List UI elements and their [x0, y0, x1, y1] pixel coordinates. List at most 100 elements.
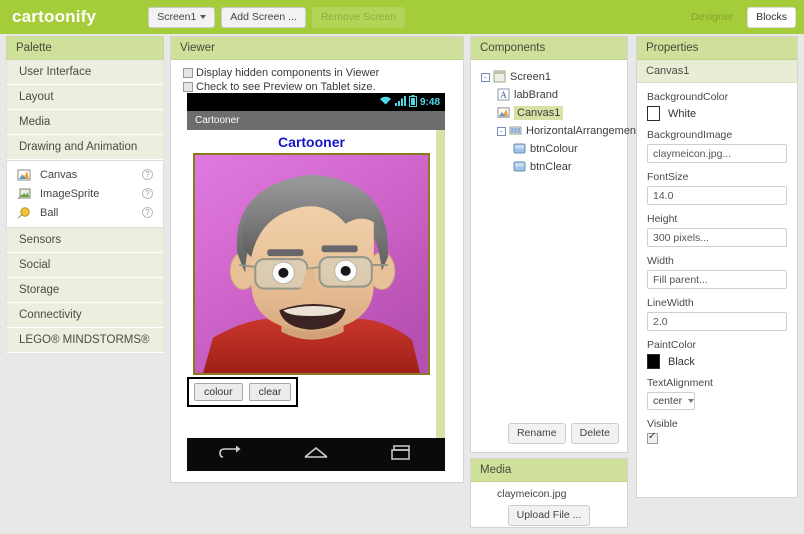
palette-item-imagesprite[interactable]: ImageSprite ? [7, 184, 163, 203]
remove-screen-button[interactable]: Remove Screen [311, 6, 406, 28]
properties-list: BackgroundColor White BackgroundImage cl… [637, 83, 797, 452]
chevron-down-icon [200, 14, 207, 19]
tablet-preview-checkbox-row[interactable]: Check to see Preview on Tablet size. [171, 79, 463, 93]
property-label-paintcolor: PaintColor [647, 339, 697, 351]
property-label-backgroundimage: BackgroundImage [647, 129, 733, 141]
checkbox-icon[interactable] [183, 82, 193, 92]
color-swatch-icon[interactable] [647, 106, 660, 121]
properties-selected-component: Canvas1 [637, 60, 797, 83]
tree-node-btncolour[interactable]: btnColour [477, 140, 623, 158]
palette-item-label: Ball [40, 206, 59, 219]
property-fontsize-field[interactable]: 14.0 [647, 186, 787, 205]
property-label-backgroundcolor: BackgroundColor [647, 91, 729, 103]
component-Canvas1[interactable] [193, 153, 430, 375]
canvas-background-image [195, 155, 428, 373]
collapse-expander-icon[interactable]: - [497, 126, 506, 136]
property-backgroundimage-field[interactable]: claymeicon.jpg... [647, 144, 787, 163]
help-icon[interactable]: ? [142, 207, 153, 218]
app-inventor-designer: cartoonify Screen1 Add Screen ... Remove… [0, 0, 804, 534]
tab-blocks[interactable]: Blocks [747, 7, 796, 28]
property-width-field[interactable]: Fill parent... [647, 270, 787, 289]
palette-category-storage[interactable]: Storage [6, 278, 164, 303]
ball-icon [17, 206, 31, 220]
property-backgroundcolor-value[interactable]: White [647, 106, 787, 121]
palette-title: Palette [6, 36, 164, 60]
palette-category-user-interface[interactable]: User Interface [6, 60, 164, 85]
palette-panel: Palette User Interface Layout Media Draw… [6, 36, 164, 368]
home-icon[interactable] [302, 444, 330, 465]
screen-icon [493, 70, 507, 84]
screen-selector-button[interactable]: Screen1 [148, 6, 216, 28]
help-icon[interactable]: ? [142, 169, 153, 180]
tree-node-labbrand[interactable]: A labBrand [477, 86, 623, 104]
tree-node-btnclear[interactable]: btnClear [477, 158, 623, 176]
tree-node-screen1[interactable]: - Screen1 [477, 68, 623, 86]
components-panel: Components - Screen1 A labBrand Canvas1 … [470, 36, 645, 453]
display-hidden-components-label: Display hidden components in Viewer [196, 67, 380, 79]
property-label-width: Width [647, 255, 674, 267]
palette-category-layout[interactable]: Layout [6, 85, 164, 110]
media-panel: Media claymeicon.jpg Upload File ... [470, 458, 628, 528]
tree-node-canvas1[interactable]: Canvas1 [477, 104, 623, 122]
delete-button[interactable]: Delete [570, 423, 619, 444]
palette-category-social[interactable]: Social [6, 253, 164, 278]
battery-icon [408, 94, 417, 110]
canvas-icon [17, 168, 31, 182]
property-visible-checkbox[interactable] [647, 431, 658, 444]
property-linewidth-field[interactable]: 2.0 [647, 312, 787, 331]
view-toggle-group: Designer Blocks [682, 7, 796, 28]
components-title: Components [471, 37, 627, 60]
button-icon [513, 142, 527, 156]
display-hidden-components-checkbox-row[interactable]: Display hidden components in Viewer [171, 65, 463, 79]
phone-preview: 9:48 Cartooner Cartooner colour clear [187, 93, 445, 471]
button-icon [513, 160, 527, 174]
palette-item-label: Canvas [40, 168, 78, 181]
wifi-icon [379, 95, 392, 109]
upload-file-button[interactable]: Upload File ... [507, 505, 591, 526]
phone-title-bar: Cartooner [187, 111, 445, 130]
media-title: Media [471, 459, 627, 482]
palette-category-lego-mindstorms[interactable]: LEGO® MINDSTORMS® [6, 328, 164, 353]
palette-item-canvas[interactable]: Canvas ? [7, 165, 163, 184]
property-paintcolor-value[interactable]: Black [647, 354, 787, 369]
component-labBrand[interactable]: Cartooner [187, 130, 436, 153]
imagesprite-icon [17, 187, 31, 201]
checkbox-icon[interactable] [183, 68, 193, 78]
collapse-expander-icon[interactable]: - [481, 72, 490, 82]
recent-apps-icon[interactable] [389, 444, 415, 465]
canvas-icon [497, 106, 511, 120]
component-HorizontalArrangement1[interactable]: colour clear [187, 377, 299, 407]
help-icon[interactable]: ? [142, 188, 153, 199]
tree-node-label: HorizontalArrangement1 [526, 125, 646, 137]
add-screen-button[interactable]: Add Screen ... [221, 6, 306, 28]
tab-designer[interactable]: Designer [682, 7, 743, 28]
palette-category-connectivity[interactable]: Connectivity [6, 303, 164, 328]
property-label-height: Height [647, 213, 678, 225]
tree-node-label: Canvas1 [514, 106, 564, 120]
palette-item-ball[interactable]: Ball ? [7, 203, 163, 222]
harrangement-icon [509, 124, 523, 138]
screen-controls: Screen1 Add Screen ... Remove Screen [148, 6, 406, 28]
property-textalignment-select[interactable]: center [647, 392, 695, 410]
back-icon[interactable] [217, 444, 243, 465]
component-btnColour[interactable]: colour [194, 383, 243, 401]
palette-category-sensors[interactable]: Sensors [6, 228, 164, 253]
status-time: 9:48 [419, 96, 440, 108]
property-label-fontsize: FontSize [647, 171, 689, 183]
tree-node-label: Screen1 [510, 71, 551, 83]
property-height-field[interactable]: 300 pixels... [647, 228, 787, 247]
color-swatch-icon[interactable] [647, 354, 660, 369]
component-btnClear[interactable]: clear [248, 383, 292, 401]
component-tree: - Screen1 A labBrand Canvas1 - Horizonta… [471, 60, 645, 180]
tree-node-label: btnClear [530, 161, 572, 173]
palette-category-media[interactable]: Media [6, 110, 164, 135]
palette-open-group: Canvas ? ImageSprite ? Ball ? [6, 160, 164, 228]
media-file-item[interactable]: claymeicon.jpg [479, 488, 619, 500]
palette-category-drawing-and-animation[interactable]: Drawing and Animation [6, 135, 164, 160]
tree-node-horizontalarrangement1[interactable]: - HorizontalArrangement1 [477, 122, 645, 140]
property-label-linewidth: LineWidth [647, 297, 694, 309]
chevron-down-icon [688, 399, 695, 403]
tree-node-label: btnColour [530, 143, 578, 155]
rename-button[interactable]: Rename [507, 423, 566, 444]
svg-text:A: A [500, 90, 507, 100]
